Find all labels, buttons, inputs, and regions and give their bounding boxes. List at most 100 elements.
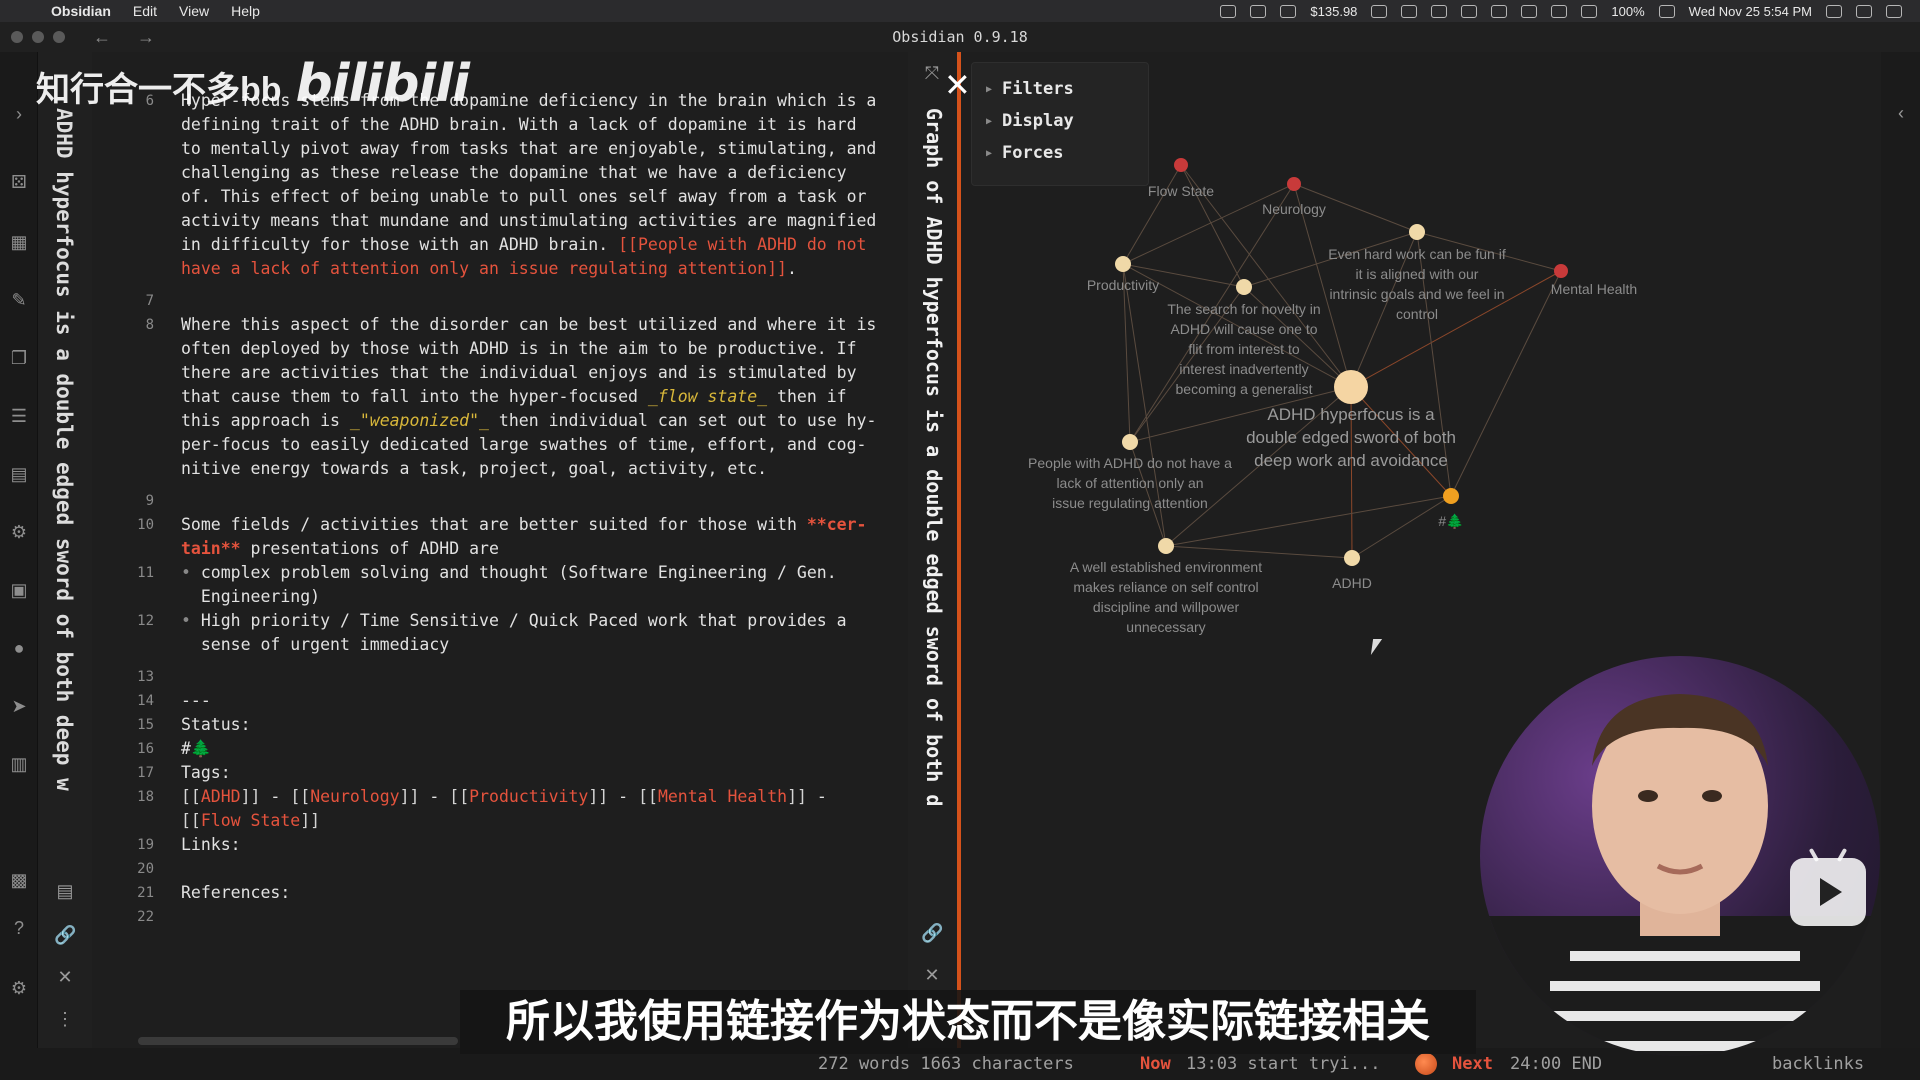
line-text[interactable]: nitive energy towards a task, project, g… (181, 457, 903, 481)
pencil-icon[interactable]: ✎ (9, 290, 29, 310)
tray-lock-icon[interactable] (1431, 4, 1448, 18)
graph-node[interactable]: A well established environment makes reli… (1070, 538, 1262, 635)
back-arrow-icon[interactable]: ← (93, 27, 111, 48)
close-icon[interactable]: ✕ (944, 66, 971, 104)
more-options-icon[interactable]: ⋮ (54, 1008, 76, 1030)
graph-node[interactable]: ADHD (1332, 550, 1372, 591)
help-icon[interactable]: ? (9, 918, 29, 938)
link-icon[interactable]: 🔗 (54, 924, 76, 946)
markdown-editor[interactable]: 6 Hyper-focus stems from the dopamine def… (92, 52, 908, 1048)
graph-view-icon[interactable]: ⚙ (9, 522, 29, 542)
line-text[interactable]: have a lack of attention only an issue r… (181, 257, 903, 281)
graph-node-dot[interactable] (1554, 264, 1568, 278)
line-text[interactable]: of. This effect of being unable to pull … (181, 185, 903, 209)
line-text[interactable]: Some fields / activities that are better… (181, 513, 903, 537)
battery-icon[interactable] (1658, 4, 1675, 18)
line-text[interactable]: • High priority / Time Sensitive / Quick… (181, 609, 903, 633)
menu-view[interactable]: View (168, 3, 220, 19)
graph-node[interactable]: Even hard work can be fun if it is aligne… (1328, 224, 1506, 322)
graph-node-dot[interactable] (1236, 279, 1252, 295)
forces-toggle[interactable]: ▶ Forces (986, 137, 1134, 169)
collapsed-note-title[interactable]: ADHD hyperfocus is a double edged sword … (52, 108, 76, 908)
menu-edit[interactable]: Edit (122, 3, 168, 19)
graph-node-dot[interactable] (1344, 550, 1360, 566)
graph-pane-title[interactable]: Graph of ADHD hyperfocus is a double edg… (922, 108, 946, 938)
menu-icon[interactable]: ☰ (9, 406, 29, 426)
line-text[interactable]: References: (181, 881, 903, 905)
tray-app-icon[interactable] (1220, 4, 1237, 18)
table-icon[interactable]: ▦ (9, 232, 29, 252)
graph-title-strip[interactable]: ⤧ Graph of ADHD hyperfocus is a double e… (908, 52, 957, 1048)
graph-node-dot[interactable] (1115, 256, 1131, 272)
line-text[interactable]: sense of urgent immediacy (181, 633, 903, 657)
line-text[interactable]: Status: (181, 713, 903, 737)
note-doc-icon[interactable]: ▤ (54, 880, 76, 902)
graph-node-dot[interactable] (1443, 488, 1459, 504)
graph-node-dot[interactable] (1158, 538, 1174, 554)
line-text[interactable]: there are activities that the individual… (181, 361, 903, 385)
graph-node[interactable]: Flow State (1148, 158, 1214, 199)
clock-datetime[interactable]: Wed Nov 25 5:54 PM (1689, 4, 1812, 19)
tray-display-icon[interactable] (1491, 4, 1508, 18)
send-icon[interactable]: ➤ (9, 696, 29, 716)
line-text[interactable]: Where this aspect of the disorder can be… (181, 313, 903, 337)
random-note-icon[interactable]: ⚄ (9, 172, 29, 192)
zoom-window-button[interactable] (53, 31, 65, 43)
expand-right-sidebar-icon[interactable]: ‹ (1890, 102, 1912, 124)
tray-m-icon[interactable] (1401, 4, 1418, 18)
line-text[interactable]: to mentally pivot away from tasks that a… (181, 137, 903, 161)
graph-node-dot[interactable] (1122, 434, 1138, 450)
graph-link-icon[interactable]: 🔗 (921, 922, 943, 944)
backlinks-count[interactable]: backlinks (1772, 1054, 1864, 1074)
graph-node[interactable]: The search for novelty in ADHD will cause… (1167, 279, 1321, 397)
menu-app-name[interactable]: Obsidian (40, 3, 122, 19)
line-text[interactable]: this approach is _"weaponized"_ then ind… (181, 409, 903, 433)
wifi-icon[interactable] (1581, 4, 1598, 18)
tomato-icon[interactable] (1415, 1053, 1437, 1075)
line-text[interactable]: Links: (181, 833, 903, 857)
tray-globe-icon[interactable] (1461, 4, 1478, 18)
tray-volume-icon[interactable] (1521, 4, 1538, 18)
siri-icon[interactable] (1856, 4, 1872, 18)
line-text[interactable]: tain** presentations of ADHD are (181, 537, 903, 561)
kanban-icon[interactable]: ▥ (9, 754, 29, 774)
display-toggle[interactable]: ▶ Display (986, 105, 1134, 137)
graph-node[interactable]: Mental Health (1551, 264, 1637, 297)
filters-toggle[interactable]: ▶ Filters (986, 73, 1134, 105)
tray-grid-icon[interactable] (1250, 4, 1267, 18)
line-text[interactable]: [[Flow State]] (181, 809, 903, 833)
line-text[interactable]: [[ADHD]] - [[Neurology]] - [[Productivit… (181, 785, 903, 809)
line-text[interactable]: per-focus to easily dedicated large swat… (181, 433, 903, 457)
control-center-icon[interactable] (1886, 4, 1902, 18)
line-text[interactable]: activity means that mundane and unstimul… (181, 209, 903, 233)
line-text[interactable]: challenging as these release the dopamin… (181, 161, 903, 185)
line-text[interactable]: --- (181, 689, 903, 713)
tray-eye-icon[interactable] (1280, 4, 1297, 18)
forward-arrow-icon[interactable]: → (137, 27, 155, 48)
spotlight-search-icon[interactable] (1826, 4, 1842, 18)
graph-node[interactable]: #🌲 (1438, 488, 1464, 530)
editor-horizontal-scrollbar[interactable] (138, 1037, 458, 1045)
settings-gear-icon[interactable]: ⚙ (9, 978, 29, 998)
graph-node-dot[interactable] (1334, 370, 1368, 404)
line-text[interactable]: in difficulty for those with an ADHD bra… (181, 233, 903, 257)
pomodoro-now-value[interactable]: 13:03 start tryi... (1186, 1054, 1380, 1074)
menu-help[interactable]: Help (220, 3, 271, 19)
microphone-icon[interactable]: ● (9, 638, 29, 658)
collapse-icon[interactable]: ⤧ (921, 62, 943, 84)
close-window-button[interactable] (11, 31, 23, 43)
graph-node-dot[interactable] (1174, 158, 1188, 172)
line-text[interactable]: #🌲 (181, 737, 903, 761)
battery-percent[interactable]: 100% (1611, 4, 1644, 19)
close-pane-icon[interactable]: ✕ (54, 966, 76, 988)
tray-cloud-icon[interactable] (1371, 4, 1388, 18)
collapsed-note-strip[interactable]: ADHD hyperfocus is a double edged sword … (38, 52, 92, 1048)
line-text[interactable]: Tags: (181, 761, 903, 785)
expand-sidebar-icon[interactable]: › (9, 104, 29, 124)
minimize-window-button[interactable] (32, 31, 44, 43)
copy-icon[interactable]: ❐ (9, 348, 29, 368)
graph-node-dot[interactable] (1409, 224, 1425, 240)
calendar-icon[interactable]: ▣ (9, 580, 29, 600)
stock-ticker[interactable]: $135.98 (1310, 4, 1357, 19)
line-text[interactable]: defining trait of the ADHD brain. With a… (181, 113, 903, 137)
